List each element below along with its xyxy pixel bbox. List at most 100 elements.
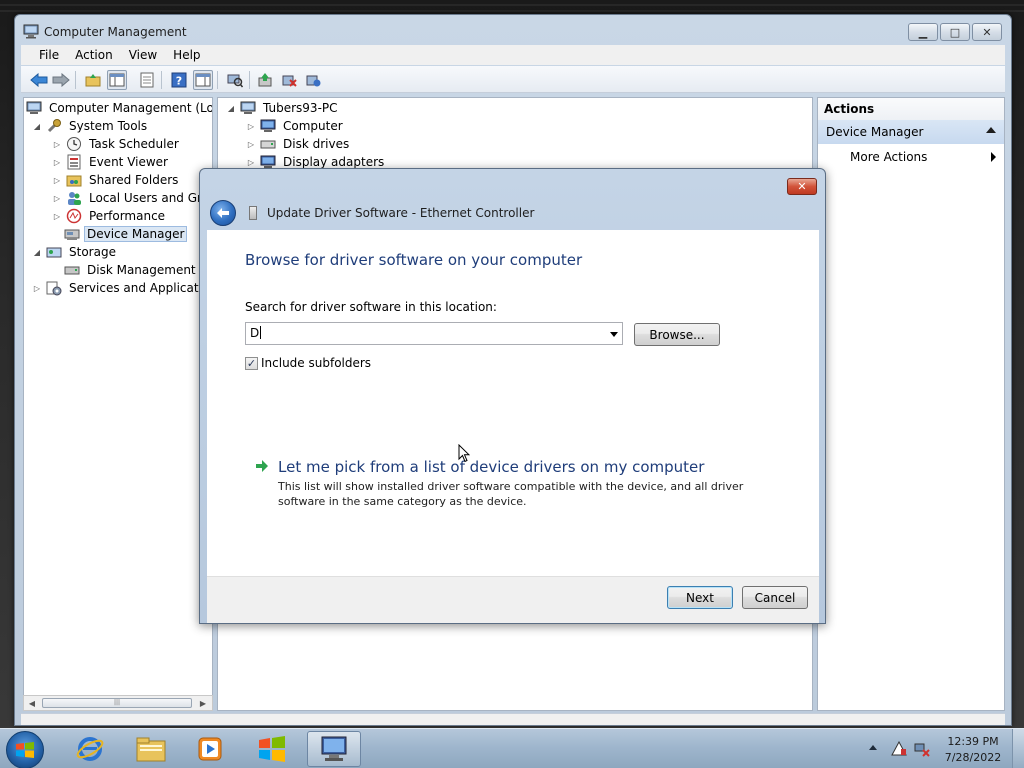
device-category-disk-drives[interactable]: ▷ Disk drives	[246, 135, 352, 153]
update-driver-button[interactable]	[255, 70, 275, 90]
pick-from-list-link[interactable]: Let me pick from a list of device driver…	[278, 458, 704, 476]
tree-item-label: Display adapters	[283, 155, 385, 169]
scroll-right-icon[interactable]: ▶	[196, 697, 210, 709]
svg-text:?: ?	[176, 75, 182, 88]
expand-icon[interactable]: ▷	[246, 157, 256, 167]
close-button[interactable]: ✕	[972, 23, 1002, 41]
tree-item-performance[interactable]: ▷ Performance	[52, 207, 168, 225]
close-icon: ✕	[982, 25, 992, 39]
show-hide-console-tree-button[interactable]	[107, 70, 127, 90]
tree-item-label: Task Scheduler	[89, 137, 179, 151]
tree-item-task-scheduler[interactable]: ▷ Task Scheduler	[52, 135, 182, 153]
driver-path-combobox[interactable]: D	[245, 322, 623, 345]
users-icon	[68, 192, 81, 205]
clock-time: 12:39 PM	[947, 735, 999, 748]
taskbar-internet-explorer[interactable]	[63, 731, 117, 767]
collapse-icon[interactable]: ◢	[226, 103, 236, 113]
start-button[interactable]	[6, 731, 44, 768]
tree-item-device-manager[interactable]: Device Manager	[64, 225, 188, 243]
dropdown-arrow-icon[interactable]	[610, 332, 618, 337]
expand-icon[interactable]: ▷	[246, 121, 256, 131]
more-actions-item[interactable]: More Actions	[850, 150, 927, 164]
menu-view[interactable]: View	[121, 48, 165, 62]
expand-icon[interactable]: ▷	[246, 139, 256, 149]
tree-item-label: Device Manager	[84, 226, 188, 242]
show-desktop-button[interactable]	[1012, 729, 1024, 768]
collapse-icon[interactable]: ◢	[32, 247, 42, 257]
tree-item-system-tools[interactable]: ◢ System Tools	[32, 117, 150, 135]
taskbar-windows-explorer[interactable]	[124, 731, 178, 767]
enable-device-button[interactable]	[303, 70, 323, 90]
dialog-back-button[interactable]	[210, 200, 236, 226]
collapse-up-icon[interactable]	[986, 127, 996, 133]
up-one-level-button[interactable]	[83, 70, 103, 90]
computer-management-icon	[23, 24, 39, 39]
hardware-device-icon	[249, 206, 257, 220]
internet-explorer-icon	[76, 737, 104, 761]
expand-icon[interactable]: ▷	[52, 193, 62, 203]
system-clock[interactable]: 12:39 PM 7/28/2022	[940, 734, 1006, 766]
scroll-grip: |||	[113, 699, 121, 706]
menu-file[interactable]: File	[31, 48, 67, 62]
device-tree-root[interactable]: ◢ Tubers93-PC	[226, 99, 341, 117]
expand-icon[interactable]: ▷	[52, 157, 62, 167]
taskbar: 12:39 PM 7/28/2022	[0, 728, 1024, 768]
services-icon	[46, 281, 62, 296]
network-disconnected-icon[interactable]	[914, 741, 930, 757]
expand-icon[interactable]: ▷	[52, 211, 62, 221]
dialog-close-button[interactable]: ✕	[787, 178, 817, 195]
window-titlebar[interactable]: Computer Management ▁ □ ✕	[15, 15, 1011, 49]
tree-horizontal-scrollbar[interactable]: ◀ ||| ▶	[23, 695, 213, 711]
menu-help[interactable]: Help	[165, 48, 208, 62]
scan-hardware-changes-button[interactable]	[225, 70, 245, 90]
pick-from-list-description: This list will show installed driver sof…	[278, 480, 744, 508]
device-category-computer[interactable]: ▷ Computer	[246, 117, 346, 135]
windows-flag-icon	[259, 736, 285, 762]
tree-item-disk-management[interactable]: Disk Management	[64, 261, 199, 279]
tree-item-local-users[interactable]: ▷ Local Users and Group	[52, 189, 212, 207]
minimize-button[interactable]: ▁	[908, 23, 938, 41]
taskbar-computer-management[interactable]	[307, 731, 361, 767]
cancel-button[interactable]: Cancel	[742, 586, 808, 609]
include-subfolders-checkbox[interactable]: ✓	[245, 357, 258, 370]
action-center-icon[interactable]	[891, 741, 907, 757]
clock-icon	[67, 137, 81, 151]
tree-item-label: Computer Management (Local	[49, 101, 213, 115]
uninstall-device-button[interactable]	[279, 70, 299, 90]
uninstall-icon	[282, 75, 297, 87]
update-driver-icon	[258, 73, 272, 87]
show-hide-action-pane-button[interactable]	[193, 70, 213, 90]
status-bar	[21, 713, 1005, 725]
scroll-thumb[interactable]: |||	[42, 698, 192, 708]
browse-button[interactable]: Browse...	[634, 323, 720, 346]
taskbar-media-player[interactable]	[183, 731, 237, 767]
tree-item-storage[interactable]: ◢ Storage	[32, 243, 119, 261]
actions-group-device-manager[interactable]: Device Manager	[818, 120, 1004, 144]
collapse-icon[interactable]: ◢	[32, 121, 42, 131]
next-button[interactable]: Next	[667, 586, 733, 609]
tree-item-label: Computer	[283, 119, 343, 133]
submenu-arrow-icon[interactable]	[991, 152, 996, 162]
expand-icon[interactable]: ▷	[52, 139, 62, 149]
expand-icon[interactable]: ▷	[32, 283, 42, 293]
tree-item-shared-folders[interactable]: ▷ Shared Folders	[52, 171, 181, 189]
scroll-left-icon[interactable]: ◀	[25, 697, 39, 709]
forward-arrow-icon	[52, 73, 70, 87]
maximize-button[interactable]: □	[940, 23, 970, 41]
tree-item-label: System Tools	[69, 119, 148, 133]
include-subfolders-label[interactable]: Include subfolders	[261, 356, 371, 370]
tree-item-event-viewer[interactable]: ▷ Event Viewer	[52, 153, 171, 171]
back-toolbar-button[interactable]	[29, 70, 49, 90]
help-button[interactable]: ?	[169, 70, 189, 90]
forward-toolbar-button[interactable]	[51, 70, 71, 90]
text-caret	[260, 326, 262, 339]
tree-item-computer-management[interactable]: Computer Management (Local	[26, 99, 213, 117]
disk-drive-icon	[260, 140, 276, 149]
taskbar-windows-update[interactable]	[245, 731, 299, 767]
tree-item-services-applications[interactable]: ▷ Services and Applications	[32, 279, 212, 297]
tree-item-label: Disk Management	[87, 263, 196, 277]
menu-action[interactable]: Action	[67, 48, 121, 62]
show-hidden-icons-icon[interactable]	[869, 745, 877, 750]
properties-button[interactable]	[137, 70, 157, 90]
expand-icon[interactable]: ▷	[52, 175, 62, 185]
